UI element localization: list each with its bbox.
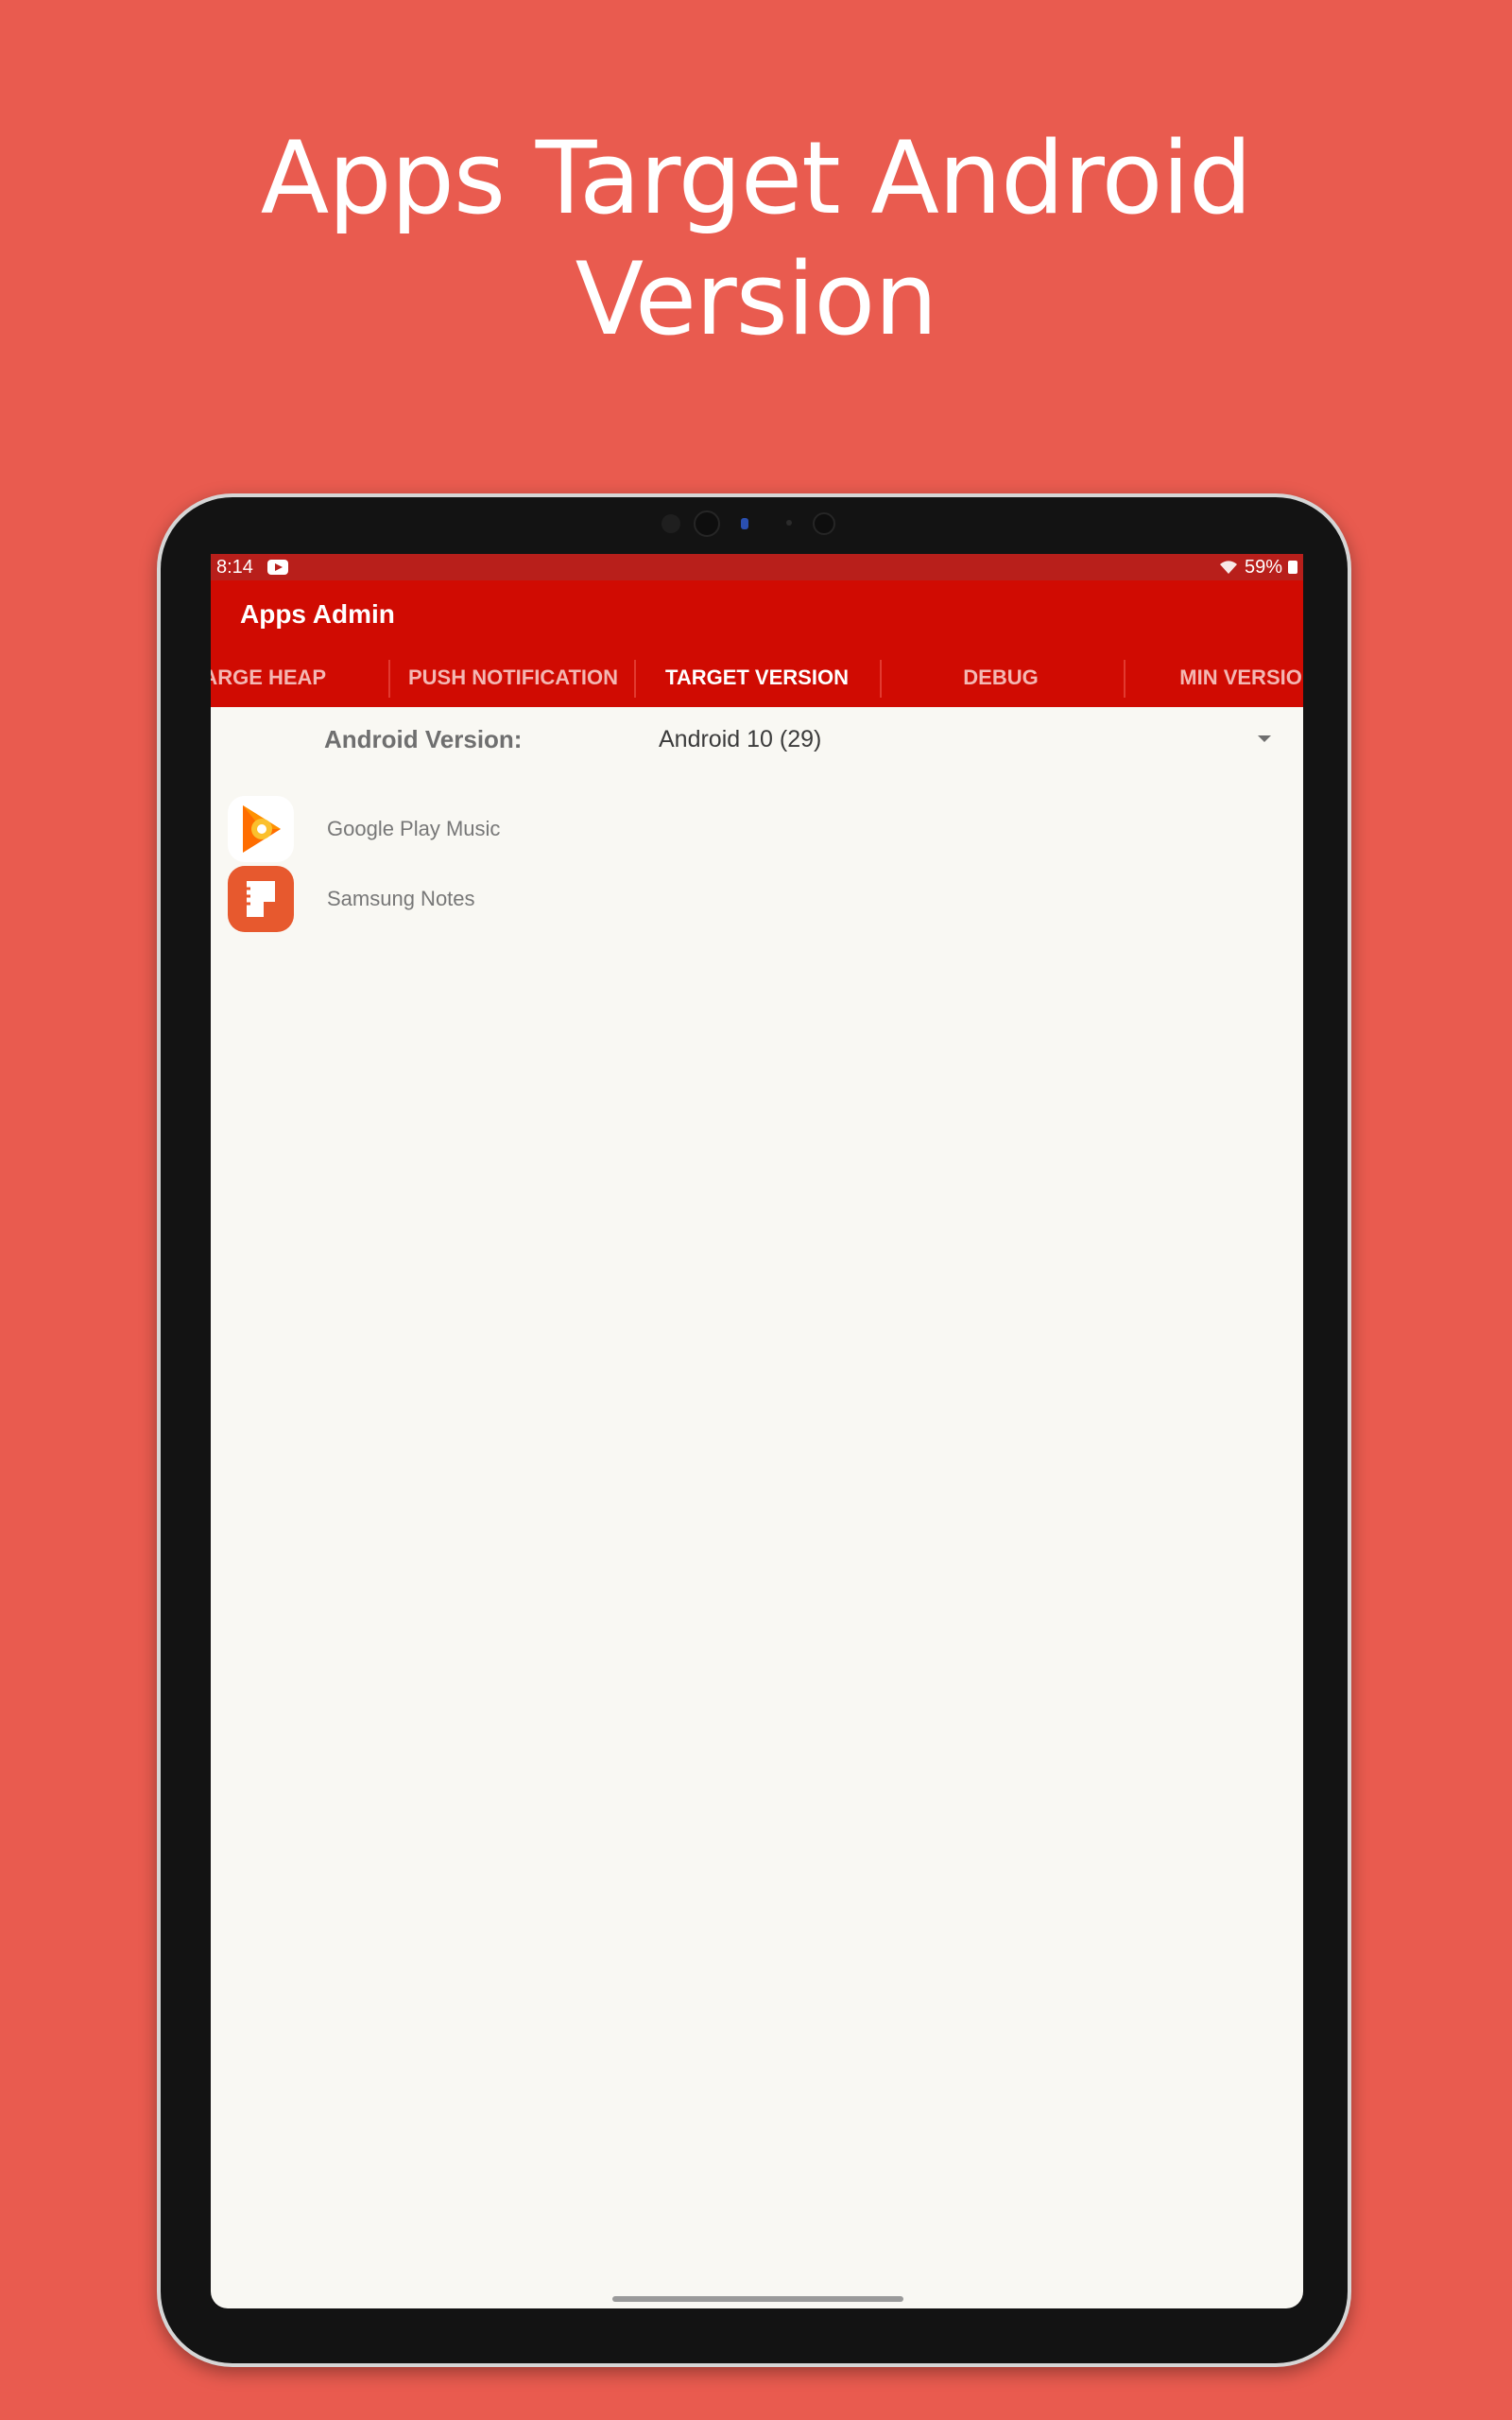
battery-icon: [1288, 561, 1297, 574]
app-name: Samsung Notes: [327, 887, 475, 910]
tab-min-version[interactable]: MIN VERSION: [1125, 648, 1303, 707]
app-list: Google Play Music Samsung Notes: [211, 794, 1303, 934]
status-bar: 8:14 59%: [211, 554, 1303, 580]
google-play-music-icon: [228, 796, 294, 862]
samsung-notes-icon: [228, 866, 294, 932]
status-right: 59%: [1218, 554, 1297, 580]
camera-bar: [662, 509, 850, 537]
list-item[interactable]: Google Play Music: [211, 794, 1303, 864]
sensor-dot-icon: [786, 520, 792, 526]
tab-bar[interactable]: LARGE HEAP PUSH NOTIFICATION TARGET VERS…: [211, 648, 1303, 707]
tab-debug[interactable]: DEBUG: [878, 648, 1124, 707]
status-time: 8:14: [216, 557, 253, 578]
camera-icon: [813, 512, 835, 535]
android-version-select[interactable]: Android 10 (29): [659, 713, 1292, 766]
tab-large-heap[interactable]: LARGE HEAP: [211, 648, 381, 707]
headline-line-2: Version: [575, 241, 938, 357]
camera-icon: [694, 510, 720, 537]
promo-headline: Apps Target Android Version: [0, 118, 1512, 360]
android-version-value: Android 10 (29): [659, 726, 822, 752]
list-item[interactable]: Samsung Notes: [211, 864, 1303, 934]
home-indicator[interactable]: [612, 2296, 903, 2302]
app-screen: 8:14 59% Apps Admin LARGE HEAP PUSH NOTI…: [211, 554, 1303, 2308]
tab-target-version[interactable]: TARGET VERSION: [634, 648, 880, 707]
app-title: Apps Admin: [240, 599, 395, 629]
app-toolbar: Apps Admin: [211, 580, 1303, 648]
tab-push-notification[interactable]: PUSH NOTIFICATION: [390, 648, 636, 707]
version-filter-row: Android Version: Android 10 (29): [211, 713, 1303, 766]
indicator-light-icon: [741, 518, 748, 529]
dropdown-arrow-icon: [1258, 735, 1271, 742]
wifi-icon: [1218, 559, 1239, 576]
android-version-label: Android Version:: [324, 725, 523, 753]
app-name: Google Play Music: [327, 817, 501, 840]
battery-percent: 59%: [1244, 557, 1282, 578]
headline-line-1: Apps Target Android: [260, 120, 1252, 236]
sensor-icon: [662, 514, 680, 533]
youtube-icon: [267, 560, 288, 575]
tablet-frame: 8:14 59% Apps Admin LARGE HEAP PUSH NOTI…: [157, 493, 1351, 2367]
